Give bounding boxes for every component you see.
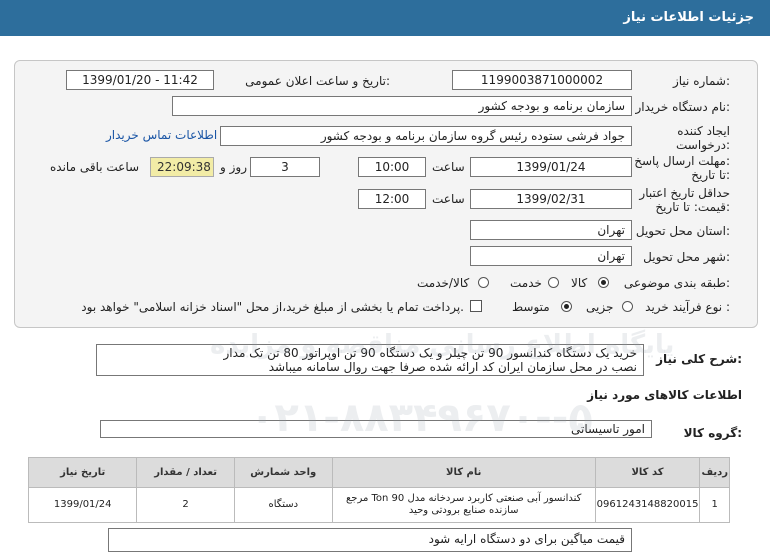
process-radio-medium[interactable] — [561, 301, 572, 312]
days-label: روز و — [220, 160, 247, 174]
cell-name-line-1: کندانسور آبی صنعتی کاربرد سردخانه مدل To… — [345, 493, 582, 504]
remaining-days-field[interactable]: 3 — [250, 157, 320, 177]
goods-table: ردیف کد کالا نام کالا واحد شمارش تعداد /… — [27, 457, 730, 523]
province-field[interactable]: تهران — [470, 220, 632, 240]
category-label: طبقه بندی موضوعی: — [623, 276, 730, 290]
need-number-field[interactable]: 1199003871000002 — [452, 70, 632, 90]
reply-time-field[interactable]: 10:00 — [358, 157, 426, 177]
price-validity-label-line2: قیمت: تا تاریخ: — [655, 200, 730, 214]
goods-table-container: ردیف کد کالا نام کالا واحد شمارش تعداد /… — [27, 457, 730, 523]
page-title: جزئیات اطلاعات نیاز — [623, 10, 754, 25]
cell-code: 0961243148820015 — [594, 487, 701, 523]
reply-deadline-label-line2: تا تاریخ: — [691, 168, 730, 182]
province-label: استان محل تحویل: — [635, 224, 730, 238]
treasury-bonds-note: پرداخت تمام یا بخشی از مبلغ خرید،از محل … — [81, 300, 464, 314]
price-validity-date-field[interactable]: 1399/02/31 — [470, 189, 632, 209]
category-option-goods-service: کالا/خدمت — [417, 276, 470, 290]
cell-name-line-2: سازنده صنایع برودتی وحید — [408, 505, 519, 516]
cell-qty: 2 — [136, 487, 235, 523]
remaining-time-field: 22:09:38 — [150, 157, 214, 177]
process-option-minor: جزیی — [586, 300, 614, 314]
goods-table-header: ردیف کد کالا نام کالا واحد شمارش تعداد /… — [27, 457, 730, 488]
goods-group-field[interactable]: امور تاسیساتی — [100, 420, 652, 438]
cell-unit: دستگاه — [233, 487, 333, 523]
col-header-date: تاریخ نیاز — [27, 457, 138, 488]
city-label: شهر محل تحویل: — [643, 250, 730, 264]
cell-row: 1 — [699, 487, 730, 523]
description-line-1: خرید یک دستگاه کندانسور 90 تن چیلر و یک … — [223, 346, 637, 360]
announce-date-label: تاریخ و ساعت اعلان عمومی: — [245, 74, 390, 88]
city-field[interactable]: تهران — [470, 246, 632, 266]
creator-label-line1: ایجاد کننده — [677, 124, 730, 138]
announce-date-field[interactable]: 1399/01/20 - 11:42 — [66, 70, 214, 90]
col-header-row: ردیف — [699, 457, 730, 488]
price-validity-time-label: ساعت — [432, 192, 465, 206]
description-field[interactable]: خرید یک دستگاه کندانسور 90 تن چیلر و یک … — [96, 344, 644, 376]
cell-date: 1399/01/24 — [27, 487, 138, 523]
cell-name: کندانسور آبی صنعتی کاربرد سردخانه مدل To… — [331, 487, 596, 523]
table-row[interactable]: 1 0961243148820015 کندانسور آبی صنعتی کا… — [27, 487, 730, 523]
buyer-notes-field[interactable]: قیمت میاگین برای دو دستگاه ارایه شود — [108, 528, 632, 552]
remaining-time-label: ساعت باقی مانده — [50, 160, 140, 174]
description-line-2: نصب در محل سازمان ایران کد ارائه شده صرف… — [268, 360, 637, 374]
treasury-bonds-checkbox[interactable] — [470, 300, 482, 312]
buyer-label: نام دستگاه خریدار: — [635, 100, 731, 114]
goods-group-label: گروه کالا: — [683, 426, 742, 440]
creator-label-line2: درخواست: — [676, 138, 730, 152]
need-number-label: شماره نیاز: — [672, 74, 730, 88]
price-validity-time-field[interactable]: 12:00 — [358, 189, 426, 209]
process-type-label: نوع فرآیند خرید : — [645, 300, 730, 314]
price-validity-label-line1: حداقل تاریخ اعتبار — [639, 186, 730, 200]
category-option-goods: کالا — [571, 276, 588, 290]
reply-time-label: ساعت — [432, 160, 465, 174]
category-option-service: خدمت — [510, 276, 542, 290]
col-header-unit: واحد شمارش — [233, 457, 333, 488]
category-radio-service[interactable] — [548, 277, 559, 288]
goods-section-title: اطلاعات کالاهای مورد نیاز — [587, 388, 742, 402]
buyer-field[interactable]: سازمان برنامه و بودجه کشور — [172, 96, 632, 116]
category-radio-goods-service[interactable] — [478, 277, 489, 288]
col-header-name: نام کالا — [331, 457, 596, 488]
process-option-medium: متوسط — [512, 300, 550, 314]
col-header-code: کد کالا — [594, 457, 701, 488]
creator-field[interactable]: جواد فرشی ستوده رئیس گروه سازمان برنامه … — [220, 126, 632, 146]
category-radio-goods[interactable] — [598, 277, 609, 288]
col-header-qty: تعداد / مقدار — [136, 457, 235, 488]
buyer-contact-link[interactable]: اطلاعات تماس خریدار — [106, 128, 217, 142]
process-radio-minor[interactable] — [622, 301, 633, 312]
page-header: جزئیات اطلاعات نیاز — [0, 0, 770, 36]
reply-deadline-label-line1: مهلت ارسال پاسخ: — [634, 154, 730, 168]
description-label: شرح کلی نیاز: — [656, 352, 742, 366]
reply-date-field[interactable]: 1399/01/24 — [470, 157, 632, 177]
